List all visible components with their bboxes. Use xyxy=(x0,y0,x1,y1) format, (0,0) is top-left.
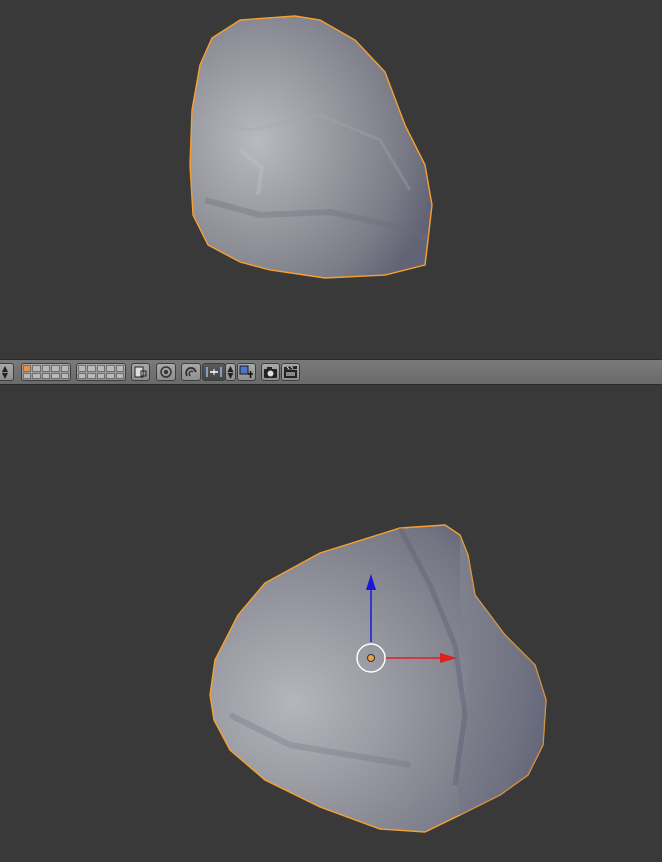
snap-magnet-icon xyxy=(185,366,197,377)
view-mode-dropdown[interactable]: ▲ ▼ xyxy=(0,363,14,381)
layer-buttons-group-2[interactable] xyxy=(76,363,126,381)
snap-target-icon xyxy=(239,365,253,378)
lock-layer-button[interactable] xyxy=(131,363,150,381)
pivot-icon xyxy=(160,366,172,378)
render-animation-icon xyxy=(284,366,297,378)
snap-toggle-button[interactable] xyxy=(181,363,201,381)
rock-mesh-lower[interactable] xyxy=(209,524,547,833)
updown-arrows-icon: ▲ ▼ xyxy=(1,364,9,380)
lock-layer-icon xyxy=(134,366,147,378)
snap-element-dropdown[interactable]: ▲ ▼ xyxy=(225,363,236,381)
render-animation-button[interactable] xyxy=(281,363,300,381)
upper-3d-viewport[interactable] xyxy=(0,0,662,359)
snap-element-icon xyxy=(206,367,222,377)
upper-viewport-canvas xyxy=(189,15,433,279)
pivot-button[interactable] xyxy=(156,363,176,381)
layer-buttons-group-1[interactable] xyxy=(21,363,71,381)
snap-target-button[interactable] xyxy=(237,363,256,381)
lower-viewport-canvas xyxy=(209,524,547,833)
viewport-header-toolbar: ▲ ▼ ▲ ▼ xyxy=(0,359,662,385)
updown-arrows-icon: ▲ ▼ xyxy=(227,364,234,380)
lower-3d-viewport[interactable] xyxy=(0,385,662,862)
object-origin-icon xyxy=(367,654,375,662)
render-still-button[interactable] xyxy=(261,363,280,381)
rock-mesh-upper[interactable] xyxy=(189,15,433,279)
render-camera-icon xyxy=(264,367,277,378)
snap-element-button[interactable] xyxy=(202,363,226,381)
